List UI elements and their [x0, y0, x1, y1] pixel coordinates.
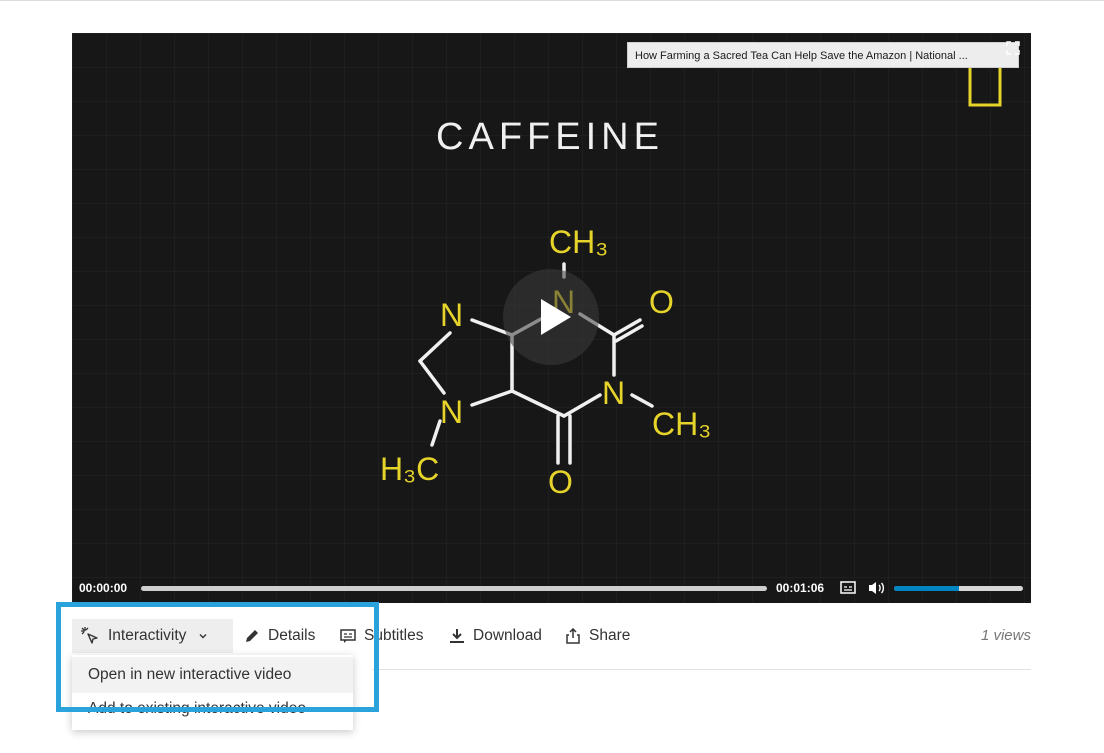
n-left-bottom-label: N: [440, 394, 463, 430]
player-controls: 00:00:00 00:01:06: [72, 573, 1031, 603]
frame-caption: CAFFEINE: [436, 116, 664, 158]
top-divider: [0, 0, 1104, 1]
current-time: 00:00:00: [79, 581, 128, 595]
o-right-label: O: [649, 284, 674, 320]
share-button[interactable]: Share: [565, 619, 630, 653]
captions-icon[interactable]: [840, 580, 856, 596]
embed-title[interactable]: How Farming a Sacred Tea Can Help Save t…: [627, 42, 1019, 68]
download-icon: [450, 629, 464, 643]
n-right-label: N: [602, 375, 625, 411]
download-label: Download: [473, 627, 542, 644]
progress-bar[interactable]: [141, 586, 767, 591]
video-player[interactable]: CAFFEINE CH₃ O N N N CH₃: [72, 33, 1031, 603]
highlight-frame: [56, 602, 379, 712]
share-label: Share: [589, 627, 631, 644]
o-bottom-label: O: [548, 464, 573, 500]
download-button[interactable]: Download: [449, 619, 542, 653]
fullscreen-icon[interactable]: [1006, 41, 1020, 55]
share-icon: [566, 628, 580, 644]
volume-icon[interactable]: [867, 580, 885, 596]
h3c-label: H₃C: [380, 451, 439, 487]
ch3-top-label: CH₃: [549, 224, 608, 260]
volume-level: [894, 586, 959, 591]
duration: 00:01:06: [776, 581, 825, 595]
play-button[interactable]: [503, 269, 599, 365]
toolbar-divider: [372, 669, 1031, 670]
view-count: 1 views: [980, 627, 1031, 644]
n-left-top-label: N: [440, 297, 463, 333]
volume-slider[interactable]: [894, 586, 1023, 591]
ch3-right-label: CH₃: [652, 406, 711, 442]
